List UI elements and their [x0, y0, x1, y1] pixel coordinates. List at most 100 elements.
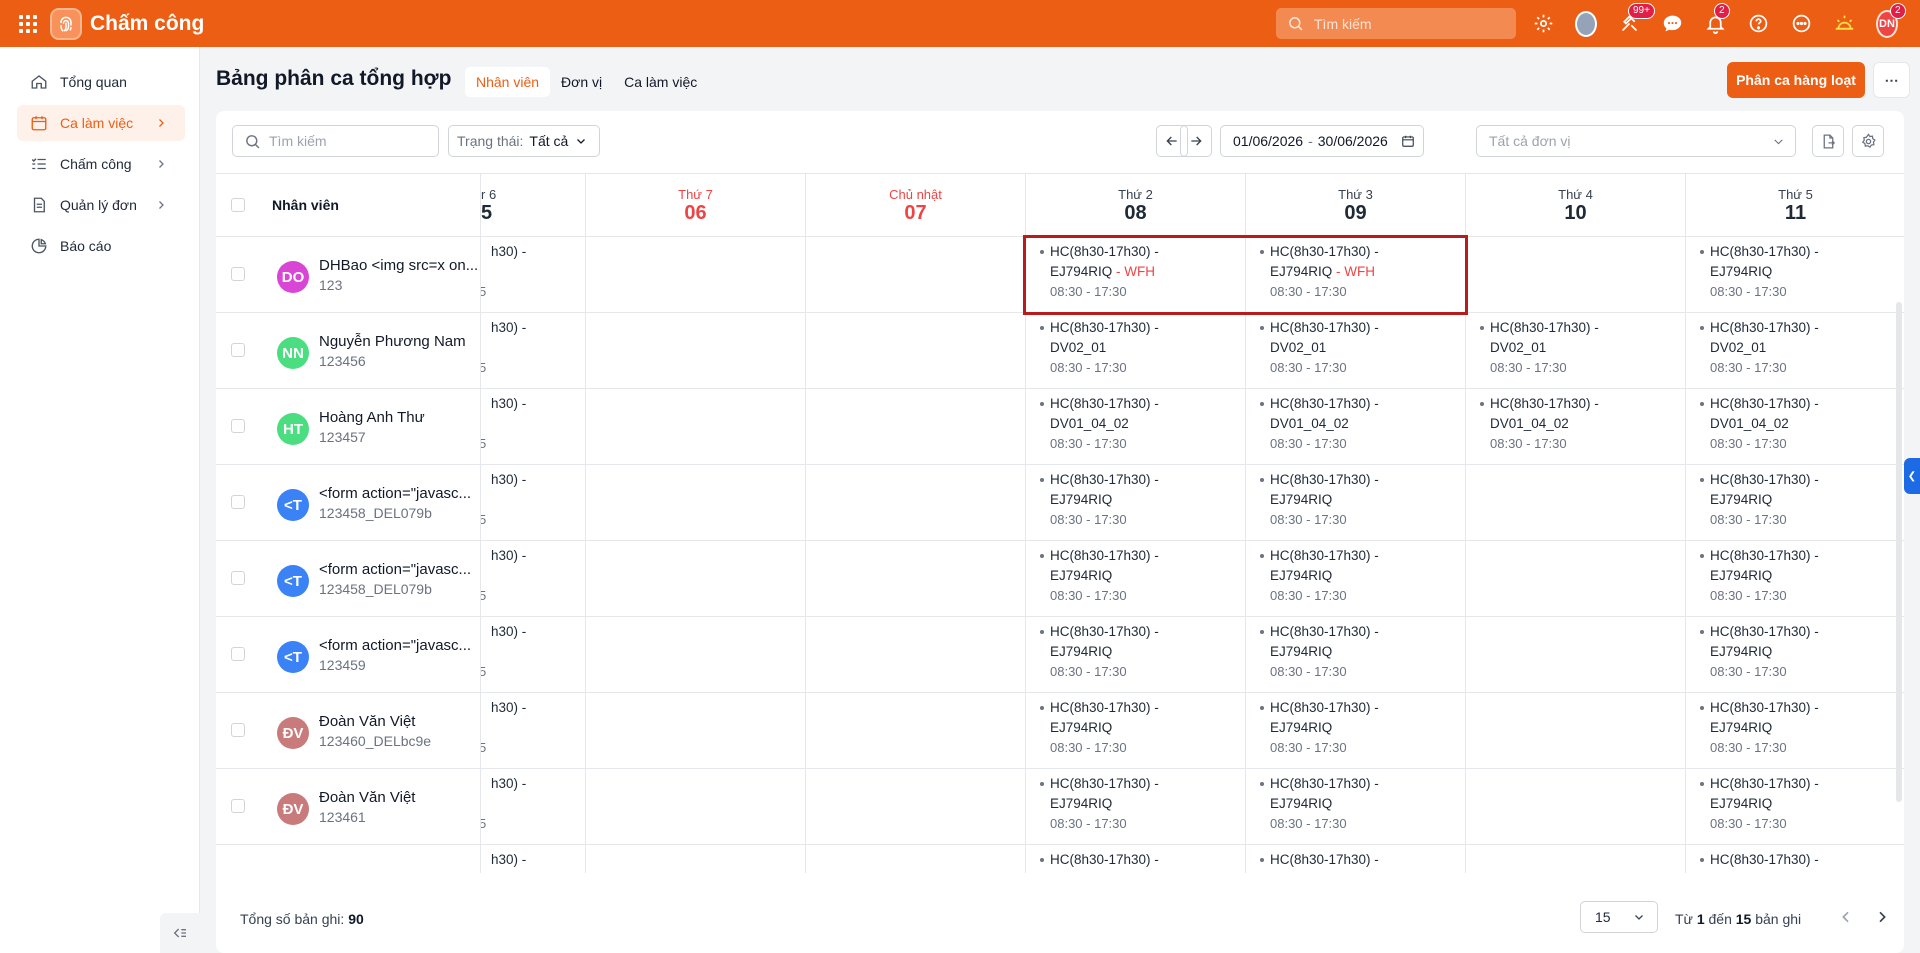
shift-cell[interactable]: HC(8h30-17h30) - EJ794RIQ 08:30 - 17:30 — [1686, 693, 1904, 769]
shift-entry[interactable]: HC(8h30-17h30) -EJ794RIQ08:30 - 17:30 — [1038, 698, 1159, 758]
shift-cell[interactable]: h30) - — [481, 845, 585, 873]
status-filter-select[interactable]: Trạng thái: Tất cả — [448, 125, 600, 157]
shift-entry[interactable]: h30) - 5 — [481, 546, 526, 606]
shift-cell[interactable]: HC(8h30-17h30) - EJ794RIQ 08:30 - 17:30 — [1026, 465, 1245, 541]
employee-search-input[interactable]: Tìm kiếm — [232, 125, 439, 157]
shift-cell[interactable] — [806, 313, 1025, 389]
employee-name[interactable]: Nguyễn Phương Nam — [319, 333, 479, 350]
shift-cell[interactable]: HC(8h30-17h30) - EJ794RIQ 08:30 - 17:30 — [1246, 693, 1465, 769]
shift-cell[interactable]: HC(8h30-17h30) - EJ794RIQ 08:30 - 17:30 — [1246, 617, 1465, 693]
employee-name[interactable]: <form action="javasc... — [319, 637, 479, 654]
shift-entry[interactable]: HC(8h30-17h30) - EJ794RIQ - WFH 08:30 - 17… — [1038, 242, 1159, 302]
shift-cell[interactable] — [586, 313, 805, 389]
shift-entry[interactable]: HC(8h30-17h30) -EJ794RIQ08:30 - 17:30 — [1038, 546, 1159, 606]
shift-entry[interactable]: HC(8h30-17h30) -EJ794RIQ08:30 - 17:30 — [1698, 698, 1819, 758]
collapse-sidebar-icon[interactable] — [160, 913, 200, 953]
shift-cell[interactable] — [806, 845, 1025, 873]
shift-cell[interactable]: HC(8h30-17h30) - EJ794RIQ 08:30 - 17:30 — [1246, 769, 1465, 845]
sidebar-item-requests[interactable]: Quản lý đơn — [17, 187, 185, 223]
shift-entry[interactable]: HC(8h30-17h30) -EJ794RIQ08:30 - 17:30 — [1698, 546, 1819, 606]
shift-entry[interactable]: HC(8h30-17h30) - DV01_04_02 08:30 - 17:30 — [1478, 394, 1599, 454]
shift-cell[interactable]: HC(8h30-17h30) - DV02_01 08:30 - 17:30 — [1246, 313, 1465, 389]
row-checkbox[interactable] — [231, 723, 245, 737]
shift-cell[interactable] — [586, 845, 805, 873]
row-checkbox[interactable] — [231, 495, 245, 509]
more-options-button[interactable]: ⋯ — [1873, 62, 1910, 98]
shift-entry[interactable]: h30) - 5 — [481, 470, 526, 530]
row-checkbox[interactable] — [231, 799, 245, 813]
shift-entry[interactable]: h30) - 5 — [481, 622, 526, 682]
shift-entry[interactable]: HC(8h30-17h30) -EJ794RIQ08:30 - 17:30 — [1698, 242, 1819, 302]
shift-entry[interactable]: HC(8h30-17h30) - DV02_01 08:30 - 17:30 — [1038, 318, 1159, 378]
shift-cell[interactable]: HC(8h30-17h30) - EJ794RIQ 08:30 - 17:30 — [1686, 465, 1904, 541]
shift-cell[interactable]: HC(8h30-17h30) - EJ794RIQ 08:30 - 17:30 — [1246, 465, 1465, 541]
bell-icon[interactable]: 2 — [1704, 2, 1730, 35]
shift-entry[interactable]: HC(8h30-17h30) -EJ794RIQ08:30 - 17:30 — [1698, 622, 1819, 682]
shift-cell[interactable]: HC(8h30-17h30) - DV01_04_02 08:30 - 17:30 — [1686, 389, 1904, 465]
shift-cell[interactable]: h30) - 5 — [481, 389, 585, 465]
app-launcher-icon[interactable] — [19, 14, 37, 33]
select-all-checkbox[interactable] — [231, 198, 245, 212]
shift-cell[interactable]: h30) - 5 — [481, 541, 585, 617]
global-search-input[interactable]: Tìm kiếm — [1276, 8, 1516, 39]
shift-cell[interactable] — [586, 389, 805, 465]
shift-entry[interactable]: HC(8h30-17h30) -EJ794RIQ08:30 - 17:30 — [1258, 774, 1379, 834]
shift-cell[interactable] — [586, 541, 805, 617]
employee-row[interactable]: <T <form action="javasc... 123459 — [216, 617, 480, 693]
tab-employees[interactable]: Nhân viên — [465, 67, 551, 97]
app-title[interactable]: Chấm công — [90, 12, 204, 36]
sidebar-item-overview[interactable]: Tổng quan — [17, 64, 185, 100]
shift-cell[interactable]: HC(8h30-17h30) - EJ794RIQ 08:30 - 17:30 — [1246, 541, 1465, 617]
shift-cell[interactable]: HC(8h30-17h30) - DV01_04_02 08:30 - 17:30 — [1466, 389, 1685, 465]
employee-name[interactable]: <form action="javasc... — [319, 485, 479, 502]
bulk-assign-button[interactable]: Phân ca hàng loạt — [1727, 62, 1865, 98]
shift-entry[interactable]: HC(8h30-17h30) -EJ794RIQ08:30 - 17:30 — [1038, 622, 1159, 682]
shift-cell[interactable] — [1466, 693, 1685, 769]
shift-cell[interactable] — [806, 389, 1025, 465]
sun-icon[interactable] — [1833, 13, 1855, 35]
employee-name[interactable]: <form action="javasc... — [319, 561, 479, 578]
shift-entry[interactable]: h30) - 5 — [481, 242, 526, 302]
shift-cell[interactable]: HC(8h30-17h30) - DV02_01 08:30 - 17:30 — [1026, 313, 1245, 389]
shift-cell[interactable] — [586, 237, 805, 313]
shift-entry[interactable]: HC(8h30-17h30) - EJ794RIQ - WFH 08:30 - 17… — [1258, 242, 1379, 302]
shift-entry[interactable]: HC(8h30-17h30) - DV02_01 08:30 - 17:30 — [1478, 318, 1599, 378]
employee-name[interactable]: Đoàn Văn Việt — [319, 789, 479, 806]
sidebar-item-shifts[interactable]: Ca làm việc — [17, 105, 185, 141]
shift-entry[interactable]: HC(8h30-17h30) -EJ794RIQ08:30 - 17:30 — [1698, 774, 1819, 834]
row-checkbox[interactable] — [231, 419, 245, 433]
date-range-picker[interactable]: 01/06/2026 - 30/06/2026 — [1220, 125, 1424, 157]
shift-cell[interactable]: HC(8h30-17h30) - EJ794RIQ 08:30 - 17:30 — [1686, 541, 1904, 617]
employee-row[interactable]: ĐV Đoàn Văn Việt 123460_DELbc9e — [216, 693, 480, 769]
shift-entry[interactable]: HC(8h30-17h30) -EJ794RIQ08:30 - 17:30 — [1038, 470, 1159, 530]
shift-cell[interactable] — [586, 617, 805, 693]
shift-entry[interactable]: HC(8h30-17h30) - DV01_04_02 08:30 - 17:30 — [1258, 394, 1379, 454]
vertical-scrollbar[interactable] — [1896, 302, 1902, 802]
unit-filter-select[interactable]: Tất cả đơn vị — [1476, 125, 1796, 157]
shift-cell[interactable]: HC(8h30-17h30) - DV01_04_02 08:30 - 17:30 — [1246, 389, 1465, 465]
shift-cell[interactable]: HC(8h30-17h30) - DV02_01 08:30 - 17:30 — [1686, 313, 1904, 389]
shift-cell[interactable]: h30) - 5 — [481, 617, 585, 693]
shift-entry[interactable]: h30) - — [481, 850, 526, 870]
employee-row[interactable]: <T <form action="javasc... 123458_DEL079b — [216, 465, 480, 541]
employee-row[interactable]: HT Hoàng Anh Thư 123457 — [216, 389, 480, 465]
row-checkbox[interactable] — [231, 571, 245, 585]
shift-entry[interactable]: HC(8h30-17h30) -EJ794RIQ08:30 - 17:30 — [1038, 850, 1159, 873]
export-button[interactable] — [1812, 125, 1844, 157]
more-circle-icon[interactable] — [1790, 13, 1812, 35]
shift-entry[interactable]: h30) - 5 — [481, 318, 526, 378]
shift-cell[interactable]: h30) - 5 — [481, 693, 585, 769]
employee-row[interactable]: NN Nguyễn Phương Nam 123456 — [216, 313, 480, 389]
shift-entry[interactable]: HC(8h30-17h30) - DV01_04_02 08:30 - 17:30 — [1038, 394, 1159, 454]
shift-cell[interactable] — [1466, 845, 1685, 873]
shift-entry[interactable]: h30) - 5 — [481, 394, 526, 454]
row-checkbox[interactable] — [231, 647, 245, 661]
shift-entry[interactable]: HC(8h30-17h30) -EJ794RIQ08:30 - 17:30 — [1038, 774, 1159, 834]
employee-row[interactable]: ĐV Đoàn Văn Việt 123461 — [216, 769, 480, 845]
shift-entry[interactable]: HC(8h30-17h30) - DV01_04_02 08:30 - 17:30 — [1698, 394, 1819, 454]
shift-cell[interactable]: HC(8h30-17h30) - EJ794RIQ 08:30 - 17:30 — [1026, 617, 1245, 693]
shift-entry[interactable]: HC(8h30-17h30) - DV02_01 08:30 - 17:30 — [1258, 318, 1379, 378]
shift-cell[interactable] — [1466, 541, 1685, 617]
shift-cell[interactable]: HC(8h30-17h30) - EJ794RIQ 08:30 - 17:30 — [1686, 769, 1904, 845]
shift-cell[interactable] — [586, 769, 805, 845]
